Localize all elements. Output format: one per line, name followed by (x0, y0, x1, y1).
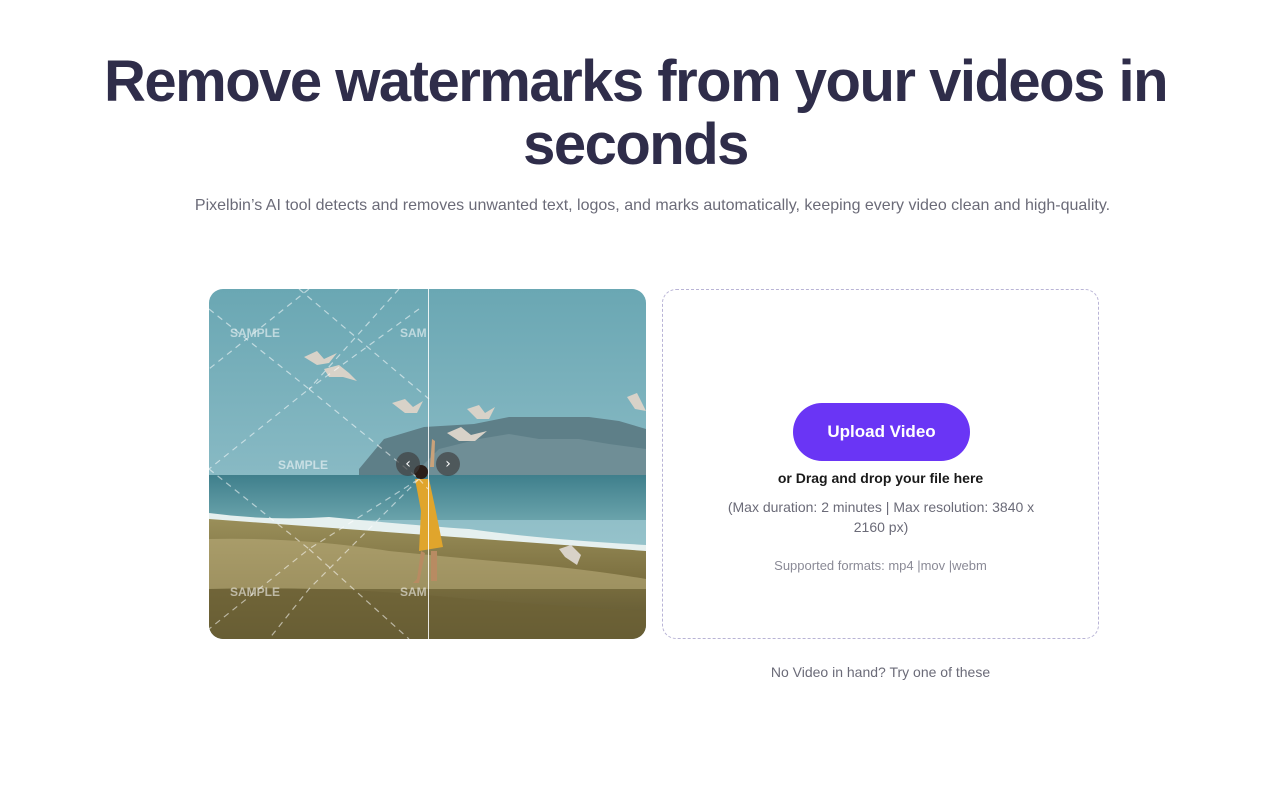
watermark-text: SAMPLE (230, 326, 280, 340)
page-subtitle: Pixelbin’s AI tool detects and removes u… (194, 197, 1111, 214)
upload-limits: (Max duration: 2 minutes | Max resolutio… (727, 499, 1035, 535)
watermark-text-cut: SAM (400, 326, 427, 340)
comparison-slider-line[interactable] (428, 289, 429, 639)
chevron-right-icon[interactable]: › (436, 452, 460, 476)
supported-formats: Supported formats: mp4 |mov |webm (774, 558, 987, 573)
before-after-comparison[interactable]: SAMPLE SAM SAMPLE SAMPLE SAM ‹ › (209, 289, 646, 639)
upload-video-button[interactable]: Upload Video (793, 403, 970, 461)
page-title: Remove watermarks from your videos in se… (103, 49, 1169, 177)
chevron-left-icon[interactable]: ‹ (396, 452, 420, 476)
watermark-text: SAMPLE (278, 458, 328, 472)
watermark-text: SAMPLE (230, 585, 280, 599)
upload-dropzone[interactable]: Upload Video or Drag and drop your file … (662, 289, 1099, 639)
sample-videos-prompt: No Video in hand? Try one of these (770, 664, 991, 680)
watermark-text-cut: SAM (400, 585, 427, 599)
drag-drop-hint: or Drag and drop your file here (777, 470, 984, 486)
